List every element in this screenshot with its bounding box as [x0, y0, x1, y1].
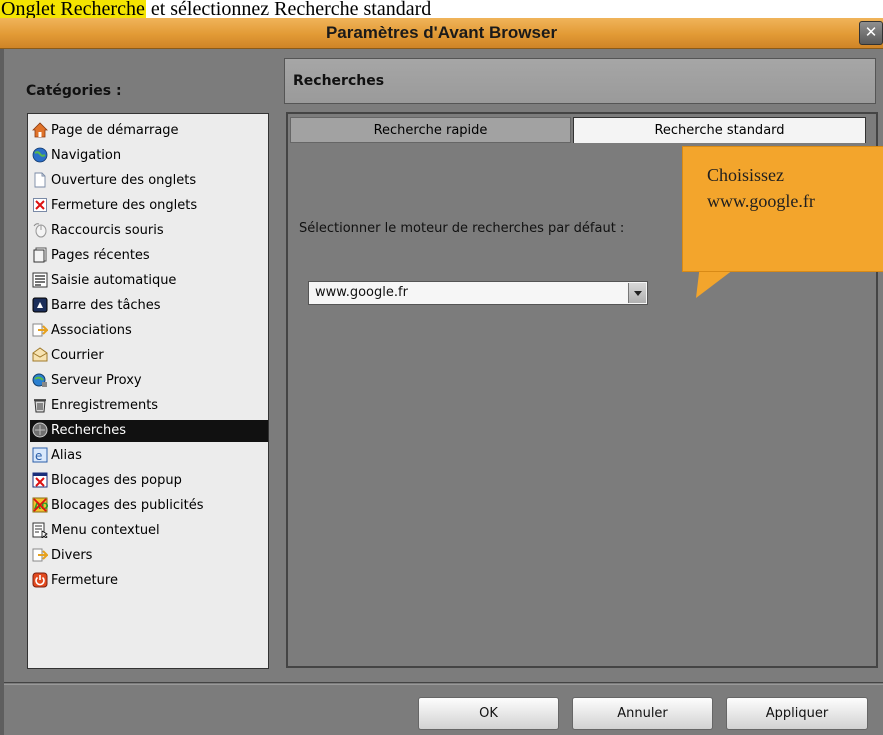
category-label: Serveur Proxy — [51, 373, 142, 388]
category-item[interactable]: Barre des tâches — [30, 295, 268, 317]
category-item-selected[interactable]: Recherches — [30, 420, 268, 442]
category-item[interactable]: Pages récentes — [30, 245, 268, 267]
category-label: Barre des tâches — [51, 298, 161, 313]
category-item[interactable]: Menu contextuel — [30, 520, 268, 542]
category-label: Blocages des popup — [51, 473, 182, 488]
page-icon — [32, 172, 48, 188]
category-label: Saisie automatique — [51, 273, 177, 288]
ok-button[interactable]: OK — [418, 697, 559, 730]
category-label: Menu contextuel — [51, 523, 160, 538]
close-page-icon — [32, 197, 48, 213]
categories-label: Catégories : — [26, 83, 122, 99]
panel-header: Recherches — [284, 58, 876, 104]
footer-divider — [4, 682, 883, 683]
document-caption: Onglet Recherche et sélectionnez Recherc… — [0, 0, 883, 18]
callout-line-1: Choisissez — [707, 165, 785, 185]
window-title: Paramètres d'Avant Browser — [325, 23, 558, 42]
category-label: Fermeture des onglets — [51, 198, 198, 213]
category-label: Page de démarrage — [51, 123, 179, 138]
category-item[interactable]: Navigation — [30, 145, 268, 167]
search-engine-value: www.google.fr — [315, 285, 408, 300]
category-label: Raccourcis souris — [51, 223, 164, 238]
category-item[interactable]: Associations — [30, 320, 268, 342]
category-item[interactable]: e Alias — [30, 445, 268, 467]
tab-quick-search[interactable]: Recherche rapide — [290, 117, 571, 143]
form-icon — [32, 272, 48, 288]
category-label: Associations — [51, 323, 132, 338]
category-label: Ouverture des onglets — [51, 173, 197, 188]
category-label: Divers — [51, 548, 93, 563]
caption-highlight: Onglet Recherche — [0, 0, 146, 18]
category-list[interactable]: Page de démarrage Navigation Ouverture d… — [27, 113, 269, 669]
tab-standard-search[interactable]: Recherche standard — [573, 117, 866, 143]
category-item[interactable]: Enregistrements — [30, 395, 268, 417]
engine-select-label: Sélectionner le moteur de recherches par… — [299, 221, 625, 236]
category-label: Blocages des publicités — [51, 498, 204, 513]
taskbar-icon — [32, 297, 48, 313]
category-item[interactable]: ADBlocages des publicités — [30, 495, 268, 517]
category-label: Fermeture — [51, 573, 118, 588]
history-icon — [32, 247, 48, 263]
apply-button[interactable]: Appliquer — [726, 697, 868, 730]
proxy-icon — [32, 372, 48, 388]
category-label: Courrier — [51, 348, 104, 363]
category-item[interactable]: Page de démarrage — [30, 120, 268, 142]
category-item[interactable]: Fermeture des onglets — [30, 195, 268, 217]
category-item[interactable]: Saisie automatique — [30, 270, 268, 292]
search-engine-select[interactable]: www.google.fr — [308, 281, 648, 305]
category-label: Recherches — [51, 423, 127, 438]
category-label: Alias — [51, 448, 82, 463]
category-item[interactable]: Raccourcis souris — [30, 220, 268, 242]
category-item[interactable]: Ouverture des onglets — [30, 170, 268, 192]
category-item[interactable]: Serveur Proxy — [30, 370, 268, 392]
search-icon — [32, 422, 48, 438]
svg-text:e: e — [35, 449, 42, 463]
category-label: Navigation — [51, 148, 122, 163]
title-bar[interactable]: Paramètres d'Avant Browser ✕ — [0, 18, 883, 49]
category-item[interactable]: Blocages des popup — [30, 470, 268, 492]
category-label: Enregistrements — [51, 398, 159, 413]
associations-icon — [32, 322, 50, 338]
alias-icon: e — [32, 447, 48, 463]
cancel-button[interactable]: Annuler — [572, 697, 713, 730]
close-icon[interactable]: ✕ — [859, 21, 883, 45]
misc-icon — [32, 547, 50, 563]
chevron-down-icon[interactable] — [628, 283, 646, 303]
mail-icon — [32, 347, 48, 363]
mouse-icon — [32, 222, 48, 238]
caption-text: et sélectionnez Recherche standard — [145, 0, 432, 18]
trash-icon — [32, 397, 48, 413]
panel-title: Recherches — [293, 73, 385, 89]
power-icon — [32, 572, 48, 588]
category-item[interactable]: Fermeture — [30, 570, 268, 592]
footer-divider-highlight — [4, 684, 883, 685]
globe-icon — [32, 147, 48, 163]
context-menu-icon — [32, 522, 48, 539]
callout-line-2: www.google.fr — [707, 191, 815, 211]
category-item[interactable]: Divers — [30, 545, 268, 567]
popup-block-icon — [32, 472, 48, 488]
category-label: Pages récentes — [51, 248, 150, 263]
callout-bubble: Choisissez www.google.fr — [682, 146, 883, 272]
home-icon — [32, 122, 48, 138]
ad-block-icon: AD — [32, 497, 48, 513]
category-item[interactable]: Courrier — [30, 345, 268, 367]
